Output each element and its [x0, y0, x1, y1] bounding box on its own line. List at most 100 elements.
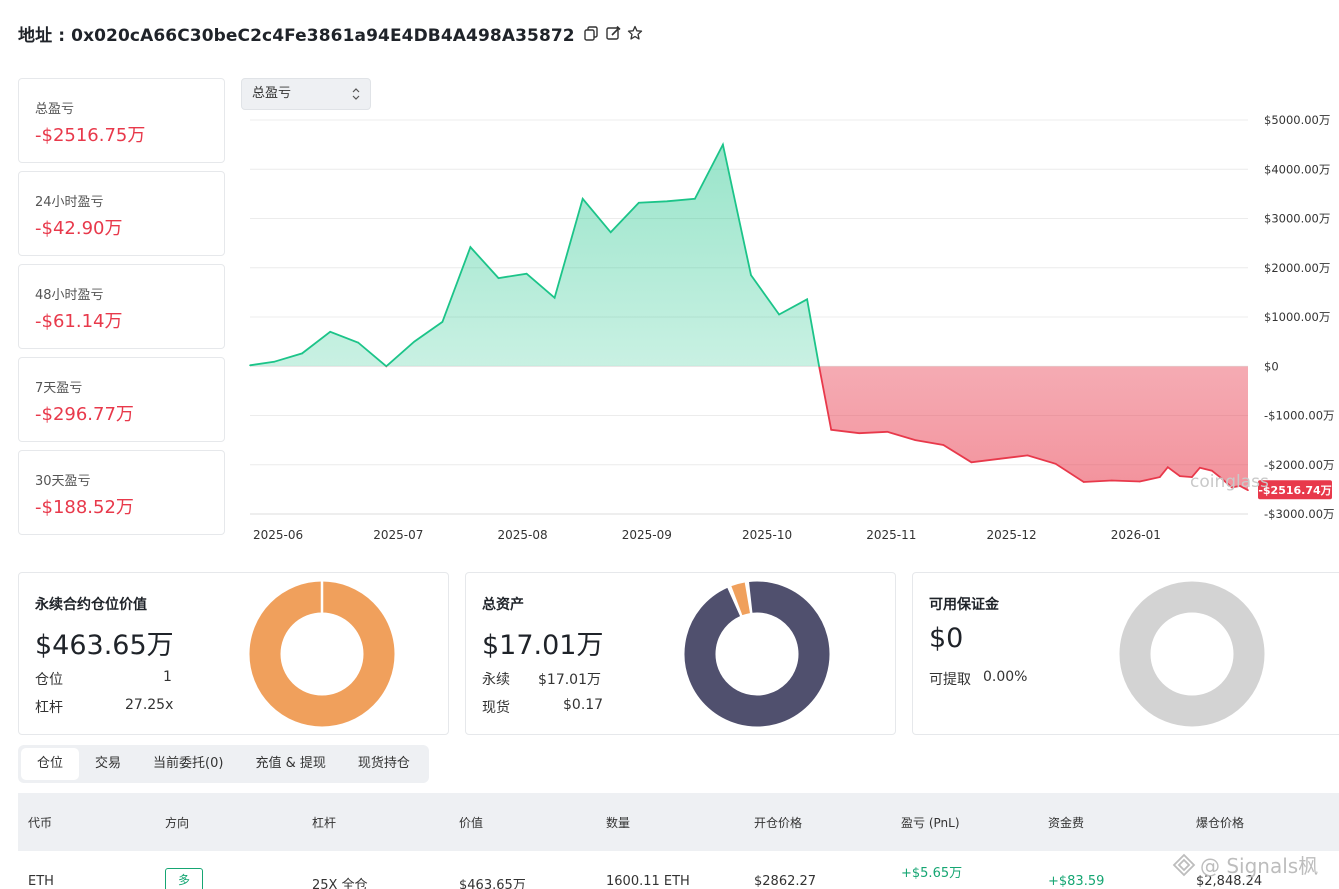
assets-donut-chart — [684, 581, 830, 727]
tab-positions[interactable]: 仓位 — [21, 748, 80, 780]
chart-metric-value: 总盈亏 — [252, 86, 292, 101]
pnl-point — [1110, 479, 1113, 482]
pnl-point — [818, 365, 820, 368]
y-tick-label: -$3000.00万 — [1264, 507, 1335, 521]
y-tick-label: $1000.00万 — [1264, 310, 1330, 324]
pnl-point — [998, 458, 1001, 460]
donut-segment — [1119, 581, 1265, 727]
y-tick-label: $2000.00万 — [1264, 261, 1330, 275]
star-icon[interactable] — [627, 25, 643, 41]
cell-leverage: 25X 全仓 — [312, 878, 368, 889]
pnl-point — [694, 198, 696, 200]
pnl-point — [637, 201, 640, 204]
y-tick-label: $0 — [1264, 359, 1279, 373]
stat-value: -$296.77万 — [35, 404, 134, 425]
perp-position-panel: 永续合约仓位价值 $463.65万 仓位 1 杠杆 27.25x — [18, 572, 449, 735]
row-value: 1 — [163, 669, 172, 685]
tab-deposits-withdrawals[interactable]: 充值 & 提现 — [239, 748, 341, 780]
stat-label: 30天盈亏 — [35, 474, 91, 489]
pnl-point — [609, 231, 612, 234]
cell-token: ETH — [28, 874, 54, 889]
col-funding: 资金费 — [1048, 816, 1085, 830]
row-value: $17.01万 — [538, 672, 601, 688]
panel-title: 永续合约仓位价值 — [35, 597, 147, 613]
panel-row-leverage: 杠杆 27.25x — [35, 697, 173, 717]
x-tick-label: 2025-07 — [373, 528, 423, 542]
pnl-point — [553, 296, 556, 299]
margin-donut-chart — [1119, 581, 1265, 727]
col-leverage: 杠杆 — [312, 816, 337, 830]
x-tick-label: 2025-12 — [986, 528, 1036, 542]
x-tick-label: 2026-01 — [1111, 528, 1161, 542]
col-liq-price: 爆仓价格 — [1196, 816, 1245, 830]
panel-row-position: 仓位 1 — [35, 669, 172, 689]
pnl-point — [329, 330, 331, 333]
cell-entry-price: $2862.27 — [754, 874, 817, 889]
stat-label: 7天盈亏 — [35, 381, 83, 396]
panel-value: $0 — [929, 623, 964, 654]
panel-value: $17.01万 — [482, 630, 604, 661]
y-tick-label: -$2000.00万 — [1264, 458, 1335, 472]
total-assets-panel: 总资产 $17.01万 永续 $17.01万 现货 $0.17 — [465, 572, 896, 735]
col-entry-price: 开仓价格 — [754, 816, 803, 830]
copy-icon[interactable] — [583, 25, 599, 41]
pnl-point — [970, 461, 973, 464]
pnl-point — [1179, 475, 1181, 477]
stat-value: -$188.52万 — [35, 497, 134, 518]
row-label: 永续 — [482, 672, 510, 688]
pnl-point — [301, 352, 303, 355]
tab-trades[interactable]: 交易 — [79, 748, 137, 780]
pnl-point — [497, 277, 500, 279]
last-value-label: -$2516.74万 — [1258, 484, 1331, 497]
tab-open-orders[interactable]: 当前委托(0) — [137, 748, 239, 780]
select-arrows-icon — [352, 88, 360, 100]
tab-spot-holdings[interactable]: 现货持仓 — [342, 748, 426, 780]
stat-card-48h-pnl: 48小时盈亏 -$61.14万 — [18, 264, 225, 349]
pnl-point — [441, 321, 444, 323]
donut-segment — [249, 581, 395, 727]
signals-watermark: @ Signals枫 — [1172, 850, 1318, 879]
y-tick-label: $4000.00万 — [1264, 162, 1330, 176]
pnl-point — [886, 430, 889, 433]
stat-label: 总盈亏 — [35, 102, 75, 117]
donut-segment — [684, 581, 830, 727]
x-tick-label: 2025-11 — [866, 528, 916, 542]
y-tick-label: $5000.00万 — [1264, 113, 1330, 127]
pnl-point — [1026, 454, 1029, 457]
col-side: 方向 — [165, 816, 190, 830]
perp-donut-chart — [249, 581, 395, 727]
cell-value: $463.65万 — [459, 878, 526, 889]
pnl-point — [1167, 466, 1169, 469]
chart-metric-select[interactable]: 总盈亏 — [241, 78, 371, 110]
row-label: 仓位 — [35, 672, 63, 688]
panel-value: $463.65万 — [35, 630, 174, 661]
position-tabs: 仓位 交易 当前委托(0) 充值 & 提现 现货持仓 — [18, 745, 429, 783]
pnl-point — [1159, 476, 1161, 478]
address-header: 地址 : 0x020cA66C30beC2c4Fe3861a94E4DB4A49… — [18, 20, 643, 46]
x-tick-label: 2025-08 — [497, 528, 547, 542]
pnl-point — [385, 365, 388, 368]
row-value: 27.25x — [125, 697, 174, 713]
row-label: 杠杆 — [35, 700, 63, 716]
cell-qty: 1600.11 ETH — [606, 874, 690, 889]
pnl-point — [778, 313, 780, 316]
row-label: 现货 — [482, 700, 510, 716]
donut-segment — [731, 582, 751, 616]
coinglass-watermark: coinglass — [1190, 472, 1269, 492]
pnl-point — [525, 272, 528, 275]
edit-icon[interactable] — [605, 25, 621, 41]
pnl-point — [581, 198, 584, 200]
stat-card-24h-pnl: 24小时盈亏 -$42.90万 — [18, 171, 225, 256]
col-token: 代币 — [28, 816, 53, 830]
stat-value: -$42.90万 — [35, 218, 123, 239]
pnl-point — [722, 143, 724, 146]
stat-card-total-pnl: 总盈亏 -$2516.75万 — [18, 78, 225, 163]
x-tick-label: 2025-09 — [622, 528, 672, 542]
y-tick-label: -$1000.00万 — [1264, 409, 1335, 423]
stat-label: 48小时盈亏 — [35, 288, 104, 303]
panel-row-perp: 永续 $17.01万 — [482, 669, 601, 689]
pnl-point — [1138, 480, 1141, 483]
pnl-point — [413, 340, 416, 343]
pnl-point — [1082, 481, 1085, 483]
pnl-point — [273, 361, 275, 363]
